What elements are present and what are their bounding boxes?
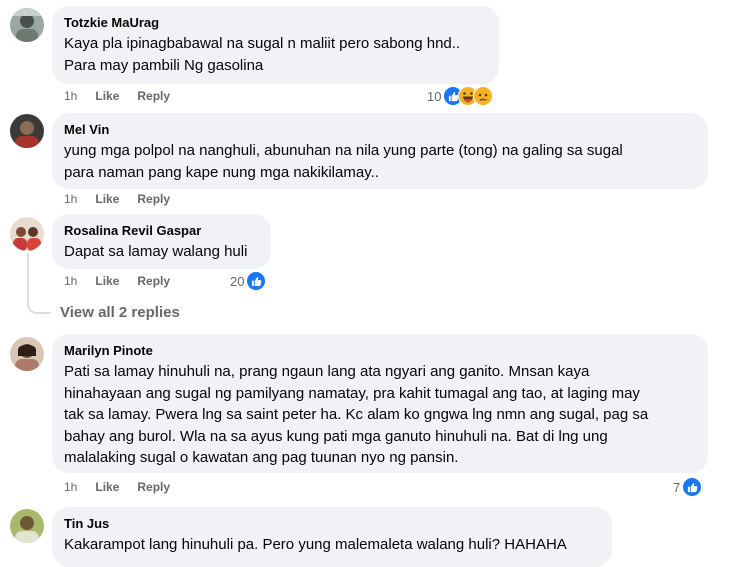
view-replies-link[interactable]: View all 2 replies [60, 303, 180, 323]
reply-button[interactable]: Reply [137, 88, 170, 104]
comment-timestamp[interactable]: 1h [64, 88, 77, 104]
thread-connector [27, 253, 51, 314]
reaction-summary[interactable]: 10 [427, 86, 494, 106]
like-button[interactable]: Like [95, 273, 119, 289]
like-button[interactable]: Like [95, 88, 119, 104]
comment-timestamp[interactable]: 1h [64, 479, 77, 495]
reply-button[interactable]: Reply [137, 191, 170, 207]
comment-actions: 1h Like Reply [64, 273, 170, 289]
like-icon [246, 271, 267, 291]
comment-text: Kaya pla ipinagbabawal na sugal n maliit… [64, 35, 461, 74]
comment-bubble: Marilyn Pinote Pati sa lamay hinuhuli na… [52, 334, 708, 473]
reply-button[interactable]: Reply [137, 479, 170, 495]
like-button[interactable]: Like [95, 191, 119, 207]
comment-bubble: Totzkie MaUrag Kaya pla ipinagbabawal na… [52, 6, 499, 84]
like-button[interactable]: Like [95, 479, 119, 495]
like-icon [682, 477, 703, 497]
comment-text: Pati sa lamay hinuhuli na, prang ngaun l… [64, 363, 649, 466]
comment-text: Kakarampot lang hinuhuli pa. Pero yung m… [64, 536, 567, 553]
comment-timestamp[interactable]: 1h [64, 191, 77, 207]
comment-author[interactable]: Mel Vin [64, 121, 696, 138]
reaction-count: 20 [230, 273, 245, 289]
comment-bubble: Tin Jus Kakarampot lang hinuhuli pa. Per… [52, 507, 612, 567]
comment-timestamp[interactable]: 1h [64, 273, 77, 289]
reaction-count: 7 [673, 479, 681, 495]
comment-actions: 1h Like Reply [64, 88, 170, 104]
reaction-count: 10 [427, 88, 442, 104]
comment-text: yung mga polpol na nanghuli, abunuhan na… [64, 142, 623, 181]
avatar[interactable] [10, 8, 44, 42]
sad-icon [473, 86, 494, 106]
comment-bubble: Mel Vin yung mga polpol na nanghuli, abu… [52, 113, 708, 189]
comment-author[interactable]: Rosalina Revil Gaspar [64, 222, 259, 239]
comment-author[interactable]: Totzkie MaUrag [64, 14, 487, 31]
comment-actions: 1h Like Reply [64, 479, 170, 495]
reply-button[interactable]: Reply [137, 273, 170, 289]
comment-text: Dapat sa lamay walang huli [64, 243, 248, 260]
avatar[interactable] [10, 337, 44, 371]
avatar[interactable] [10, 217, 44, 251]
comment-actions: 1h Like Reply [64, 191, 170, 207]
comment-author[interactable]: Marilyn Pinote [64, 342, 696, 359]
avatar[interactable] [10, 114, 44, 148]
avatar[interactable] [10, 509, 44, 543]
comment-author[interactable]: Tin Jus [64, 515, 600, 532]
reaction-summary[interactable]: 7 [673, 477, 703, 497]
reaction-summary[interactable]: 20 [230, 271, 267, 291]
comment-bubble: Rosalina Revil Gaspar Dapat sa lamay wal… [52, 214, 271, 269]
